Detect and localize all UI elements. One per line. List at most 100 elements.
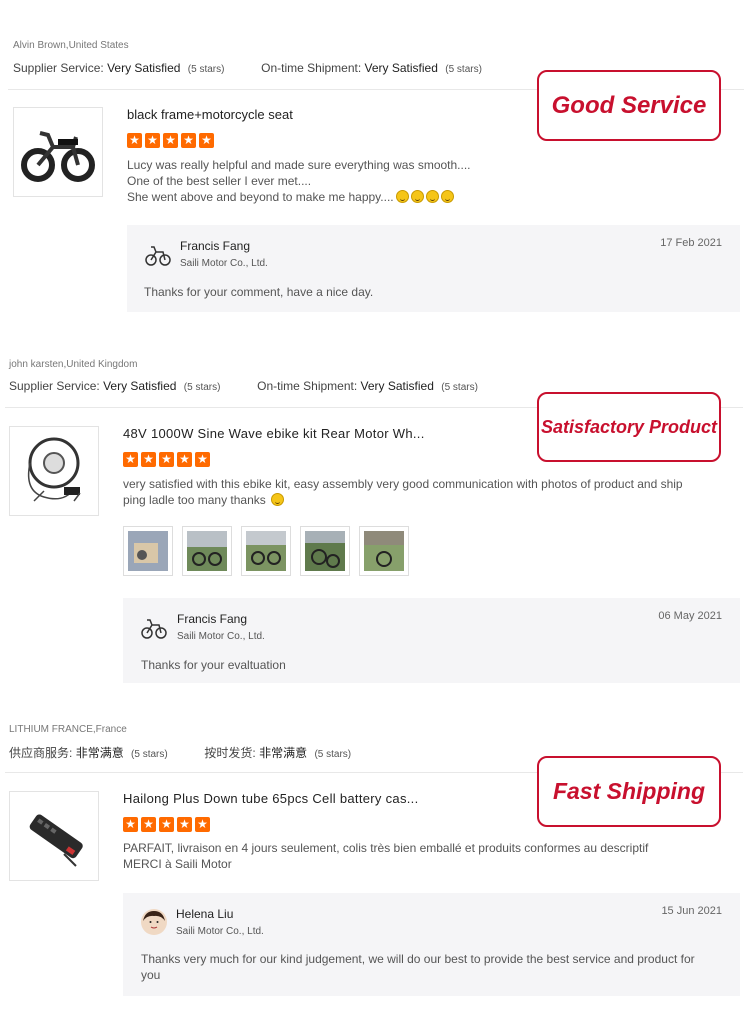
reply-date: 17 Feb 2021	[660, 237, 722, 249]
highlight-badge: Good Service	[537, 70, 721, 141]
review-line: She went above and beyond to make me hap…	[127, 189, 527, 205]
supplier-service-stars: (5 stars)	[187, 64, 225, 75]
reply-company: Saili Motor Co., Ltd.	[180, 258, 268, 269]
star-rating: ★ ★ ★ ★ ★	[123, 817, 210, 832]
photo-icon	[364, 531, 404, 571]
star-rating: ★ ★ ★ ★ ★	[127, 133, 214, 148]
star-icon: ★	[177, 452, 192, 467]
supplier-service-stars: (5 stars)	[183, 382, 221, 393]
supplier-service-value: Very Satisfied	[103, 379, 177, 393]
highlight-badge: Fast Shipping	[537, 756, 721, 827]
smiley-icon	[271, 493, 285, 506]
shipment-stars: (5 stars)	[441, 382, 478, 393]
product-thumbnail[interactable]	[9, 791, 99, 881]
photo-icon	[187, 531, 227, 571]
shipment-value: Very Satisfied	[360, 379, 434, 393]
review-photo[interactable]	[123, 526, 173, 576]
review-line: very satisfied with this ebike kit, easy…	[123, 477, 683, 491]
highlight-badge: Satisfactory Product	[537, 392, 721, 462]
star-icon: ★	[199, 133, 214, 148]
photo-icon	[128, 531, 168, 571]
review-photo[interactable]	[241, 526, 291, 576]
star-rating: ★ ★ ★ ★ ★	[123, 452, 210, 467]
supplier-service-value: Very Satisfied	[107, 61, 181, 75]
review-photo[interactable]	[300, 526, 350, 576]
supplier-service-label: Supplier Service:	[13, 61, 104, 75]
reply-text: Thanks very much for our kind judgement,…	[141, 951, 721, 983]
shipment-value: Very Satisfied	[364, 61, 438, 75]
reply-author: Francis Fang	[180, 239, 251, 253]
product-title[interactable]: Hailong Plus Down tube 65pcs Cell batter…	[123, 791, 419, 806]
motor-wheel-icon	[27, 437, 81, 502]
shipment-stars: (5 stars)	[314, 749, 352, 760]
review-line-text: ping ladle too many thanks	[123, 493, 266, 507]
review-text: PARFAIT, livraison en 4 jours seulement,…	[123, 840, 723, 872]
star-icon: ★	[123, 817, 138, 832]
star-icon: ★	[195, 452, 210, 467]
ebike-avatar-icon	[141, 614, 167, 640]
review-line: Lucy was really helpful and made sure ev…	[127, 158, 471, 172]
photo-icon	[305, 531, 345, 571]
star-icon: ★	[163, 133, 178, 148]
review-line: MERCI à Saili Motor	[123, 857, 232, 871]
rating-summary: Supplier Service: Very Satisfied (5 star…	[13, 61, 482, 75]
supplier-service-label: Supplier Service:	[9, 379, 100, 393]
reply-company: Saili Motor Co., Ltd.	[176, 926, 264, 937]
reply-date: 06 May 2021	[658, 610, 722, 622]
smiley-icon	[425, 190, 439, 203]
seller-reply: Helena Liu Saili Motor Co., Ltd. 15 Jun …	[123, 893, 740, 996]
product-thumbnail[interactable]	[13, 107, 103, 197]
smiley-icon	[410, 190, 424, 203]
photo-icon	[246, 531, 286, 571]
star-icon: ★	[141, 452, 156, 467]
reply-company: Saili Motor Co., Ltd.	[177, 631, 265, 642]
review-text: very satisfied with this ebike kit, easy…	[123, 476, 733, 508]
user-avatar-icon	[141, 909, 167, 935]
reply-text: Thanks for your evaltuation	[141, 658, 286, 672]
shipment-label: On-time Shipment:	[261, 61, 362, 75]
star-icon: ★	[177, 817, 192, 832]
shipment-value: 非常满意	[259, 746, 308, 760]
smiley-icon	[440, 190, 454, 203]
reply-author: Helena Liu	[176, 907, 234, 921]
review-text: Lucy was really helpful and made sure ev…	[127, 157, 527, 205]
avatar	[141, 909, 167, 935]
shipment-label: On-time Shipment:	[257, 379, 358, 393]
review-photo[interactable]	[182, 526, 232, 576]
rating-summary: 供应商服务: 非常满意 (5 stars) 按时发货: 非常满意 (5 star…	[9, 744, 351, 761]
ebike-avatar-icon	[145, 241, 171, 267]
battery-icon	[29, 814, 83, 867]
star-icon: ★	[159, 817, 174, 832]
reviewer-name: john karsten,United Kingdom	[9, 359, 138, 370]
ebike-icon	[21, 131, 95, 182]
reviewer-name: LITHIUM FRANCE,France	[9, 724, 127, 735]
star-icon: ★	[159, 452, 174, 467]
star-icon: ★	[145, 133, 160, 148]
shipment-label: 按时发货:	[204, 746, 256, 760]
supplier-service-label: 供应商服务:	[9, 746, 73, 760]
product-title[interactable]: 48V 1000W Sine Wave ebike kit Rear Motor…	[123, 426, 425, 441]
reviewer-name: Alvin Brown,United States	[13, 40, 129, 51]
reply-line: Thanks very much for our kind judgement,…	[141, 952, 695, 966]
review-line: PARFAIT, livraison en 4 jours seulement,…	[123, 841, 649, 855]
star-icon: ★	[127, 133, 142, 148]
review-line-text: She went above and beyond to make me hap…	[127, 190, 394, 204]
seller-reply: Francis Fang Saili Motor Co., Ltd. 17 Fe…	[127, 225, 740, 312]
review-photos	[123, 526, 409, 576]
supplier-service-stars: (5 stars)	[131, 749, 168, 760]
star-icon: ★	[141, 817, 156, 832]
product-thumbnail[interactable]	[9, 426, 99, 516]
reply-text: Thanks for your comment, have a nice day…	[144, 285, 374, 299]
shipment-stars: (5 stars)	[445, 64, 482, 75]
reply-author: Francis Fang	[177, 612, 248, 626]
review-line: One of the best seller I ever met....	[127, 174, 312, 188]
review-photo[interactable]	[359, 526, 409, 576]
smiley-icon	[395, 190, 409, 203]
review-line: ping ladle too many thanks	[123, 492, 733, 508]
star-icon: ★	[181, 133, 196, 148]
rating-summary: Supplier Service: Very Satisfied (5 star…	[9, 379, 478, 393]
seller-reply: Francis Fang Saili Motor Co., Ltd. 06 Ma…	[123, 598, 740, 683]
product-title[interactable]: black frame+motorcycle seat	[127, 107, 293, 122]
supplier-service-value: 非常满意	[75, 746, 124, 760]
star-icon: ★	[195, 817, 210, 832]
